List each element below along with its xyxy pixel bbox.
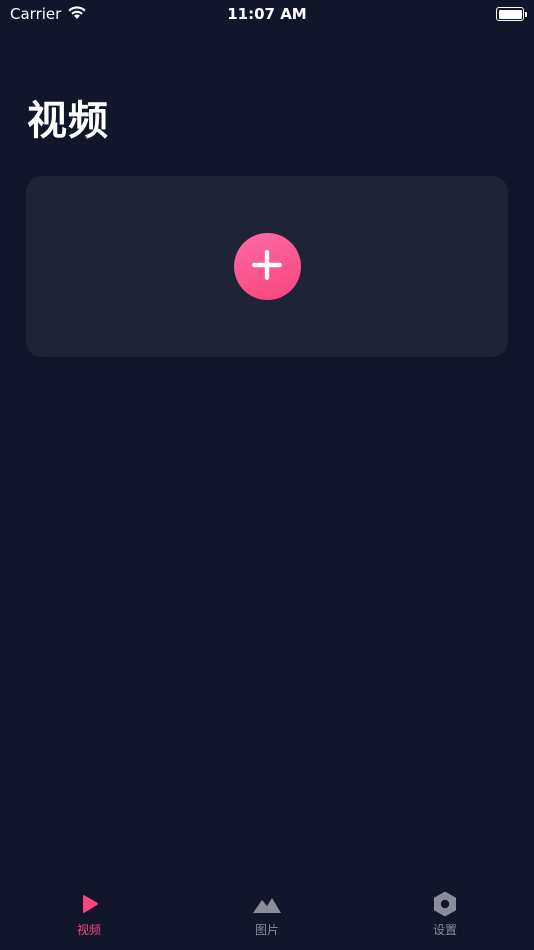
plus-icon: [250, 248, 284, 286]
tab-bar: 视频 图片 设置: [0, 886, 534, 950]
tab-settings-label: 设置: [432, 923, 457, 937]
status-bar: Carrier 11:07 AM: [0, 0, 534, 28]
battery-icon: [496, 7, 527, 21]
play-icon: [74, 890, 104, 918]
add-video-button[interactable]: [233, 233, 301, 300]
app-screen: Carrier 11:07 AM 视频 视频 图片 设置: [0, 0, 534, 950]
status-left: Carrier: [10, 5, 87, 24]
add-video-card[interactable]: [26, 176, 508, 357]
page-title: 视频: [27, 98, 109, 144]
tab-video-label: 视频: [76, 923, 101, 937]
tab-photos[interactable]: 图片: [178, 886, 356, 950]
tab-settings[interactable]: 设置: [356, 886, 534, 950]
wifi-icon: [67, 5, 87, 24]
tab-photos-label: 图片: [254, 923, 279, 937]
battery-level: [498, 9, 522, 19]
tab-video[interactable]: 视频: [0, 886, 178, 950]
mountain-icon: [252, 890, 282, 918]
hexagon-settings-icon: [430, 890, 460, 918]
carrier-label: Carrier: [10, 5, 62, 23]
